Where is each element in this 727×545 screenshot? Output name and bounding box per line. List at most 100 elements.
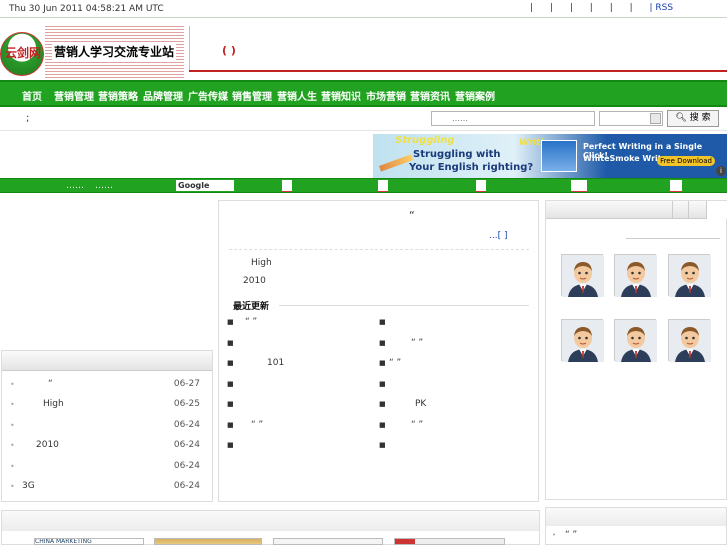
latest-item-left[interactable]: ■ — [227, 440, 237, 450]
nav-item-2[interactable]: 营销管理 — [54, 88, 94, 103]
top-link-3[interactable]: | — [570, 3, 573, 13]
rss-link-text[interactable]: | RSS — [650, 3, 674, 13]
list-item-title[interactable]: High — [43, 399, 64, 409]
featured-line-2[interactable]: 2010 — [243, 276, 266, 286]
left-news-panel: • “ 06-27 • High 06-25 • 06-24 • 2010 06-24 • 06… — [1, 350, 213, 502]
latest-updates-title: 最近更新 — [233, 302, 270, 312]
read-more-link[interactable]: ...[ ] — [489, 231, 507, 241]
bullet-icon: ■ — [379, 421, 386, 429]
bottom-right-item-title[interactable]: “ ” — [565, 530, 577, 540]
banner-headline-1: Struggling — [395, 135, 455, 146]
member-tab-3[interactable] — [706, 201, 727, 219]
list-item[interactable]: • 06-24 — [2, 417, 212, 437]
latest-item-title[interactable]: “ ” — [245, 317, 257, 327]
sub-nav-tab-2[interactable] — [378, 180, 388, 192]
sub-nav-dots-2[interactable]: …… — [95, 181, 113, 191]
list-item[interactable]: • High 06-25 — [2, 396, 212, 416]
member-tab-1[interactable] — [672, 201, 688, 219]
member-avatar-icon[interactable] — [614, 254, 656, 296]
banner-download-button[interactable]: Free Download — [657, 156, 715, 166]
top-link-2[interactable]: | — [550, 3, 553, 13]
latest-item-left[interactable]: ■ — [227, 338, 237, 348]
member-avatar-icon[interactable] — [561, 254, 603, 296]
sub-nav-tab-1[interactable] — [282, 180, 292, 192]
nav-item-7[interactable]: 营销人生 — [277, 88, 317, 103]
google-search-logo[interactable]: Google — [176, 180, 234, 191]
bullet-icon: • — [10, 400, 15, 409]
member-tab-2[interactable] — [688, 201, 706, 219]
banner-ad[interactable]: Struggling Writing Struggling with Your … — [373, 134, 727, 178]
latest-item-right[interactable]: ■ “ ” — [379, 338, 423, 348]
top-link-6[interactable]: | — [630, 3, 633, 13]
sub-nav-strip: …… …… Google — [0, 178, 727, 193]
search-category-select[interactable] — [599, 111, 663, 126]
list-item-date: 06-24 — [173, 461, 200, 471]
member-avatar-icon[interactable] — [668, 319, 710, 361]
nav-item-4[interactable]: 品牌管理 — [143, 88, 183, 103]
latest-item-left[interactable]: ■ “ ” — [227, 317, 257, 327]
nav-item-9[interactable]: 市场营销 — [366, 88, 406, 103]
logo-text[interactable]: 云剑网 — [0, 44, 46, 61]
top-link-4[interactable]: | — [590, 3, 593, 13]
latest-item-title[interactable]: “ ” — [389, 358, 401, 368]
latest-item-right[interactable]: ■ PK — [379, 399, 426, 409]
left-upper-area — [1, 200, 213, 350]
sub-nav-dots-1[interactable]: …… — [66, 181, 84, 191]
latest-item-left[interactable]: ■ — [227, 399, 237, 409]
nav-item-3[interactable]: 营销策略 — [98, 88, 138, 103]
member-avatar-icon[interactable] — [614, 319, 656, 361]
sub-nav-tab-5[interactable] — [670, 180, 682, 192]
latest-item-title[interactable]: “ ” — [411, 338, 423, 348]
latest-item-left[interactable]: ■ — [227, 379, 237, 389]
search-input[interactable] — [431, 111, 595, 126]
nav-item-6[interactable]: 销售管理 — [232, 88, 272, 103]
latest-item-left[interactable]: ■ 101 — [227, 358, 284, 368]
top-link-1[interactable]: | — [530, 3, 533, 13]
banner-text-2: Your English righting? — [409, 162, 534, 173]
list-item-title[interactable]: 3G — [22, 481, 35, 491]
sub-nav-tab-4[interactable] — [571, 180, 587, 192]
latest-item-left[interactable]: ■ “ ” — [227, 420, 263, 430]
latest-item-title[interactable]: 101 — [267, 358, 284, 368]
partner-logo-1[interactable]: CHINA MARKETING — [34, 538, 144, 545]
latest-item-right[interactable]: ■ — [379, 379, 389, 389]
nav-item-10[interactable]: 营销资讯 — [410, 88, 450, 103]
list-item[interactable]: • 06-24 — [2, 458, 212, 478]
featured-line-1[interactable]: High — [251, 258, 272, 268]
list-item-title[interactable]: 2010 — [36, 440, 59, 450]
nav-item-home[interactable]: 首页 — [22, 88, 42, 103]
search-button[interactable]: 🔍︎ 搜 索 — [667, 110, 719, 127]
partner-logo-2[interactable] — [154, 538, 262, 545]
member-avatar-icon[interactable] — [561, 319, 603, 361]
latest-item-right[interactable]: ■ — [379, 317, 389, 327]
rss-link[interactable]: | RSS — [650, 3, 674, 13]
list-item[interactable]: • “ 06-27 — [2, 376, 212, 396]
nav-item-8[interactable]: 营销知识 — [321, 88, 361, 103]
top-links: | | | | | | | RSS — [530, 3, 673, 13]
list-item-title[interactable]: “ — [48, 379, 53, 389]
bullet-icon: ■ — [379, 441, 386, 449]
chevron-down-icon[interactable] — [650, 113, 661, 124]
nav-item-11[interactable]: 营销案例 — [455, 88, 495, 103]
list-item[interactable]: • 3G 06-24 — [2, 478, 212, 498]
latest-item-right[interactable]: ■ — [379, 440, 389, 450]
bullet-icon: • — [10, 380, 15, 389]
latest-item-title[interactable]: “ ” — [411, 420, 423, 430]
info-icon[interactable]: i — [716, 166, 726, 176]
partner-logo-3[interactable] — [273, 538, 383, 545]
latest-item-right[interactable]: ■ “ ” — [379, 358, 401, 368]
center-news-panel: “ ...[ ] High 2010 最近更新 ■ “ ” ■ ■ 101 ■ ■ … — [218, 200, 539, 502]
list-item[interactable]: • 2010 06-24 — [2, 437, 212, 457]
member-panel-divider — [626, 238, 720, 239]
bottom-right-item[interactable]: • “ ” — [552, 530, 577, 540]
headline-quote[interactable]: “ — [409, 209, 415, 222]
main-nav: 首页 营销管理 营销策略 品牌管理 广告传媒 销售管理 营销人生 营销知识 市场… — [0, 80, 727, 107]
top-link-5[interactable]: | — [610, 3, 613, 13]
latest-item-right[interactable]: ■ “ ” — [379, 420, 423, 430]
nav-item-5[interactable]: 广告传媒 — [188, 88, 228, 103]
latest-item-title[interactable]: PK — [415, 399, 426, 409]
partner-logo-4[interactable] — [394, 538, 505, 545]
member-avatar-icon[interactable] — [668, 254, 710, 296]
latest-item-title[interactable]: “ ” — [251, 420, 263, 430]
sub-nav-tab-3[interactable] — [476, 180, 486, 192]
